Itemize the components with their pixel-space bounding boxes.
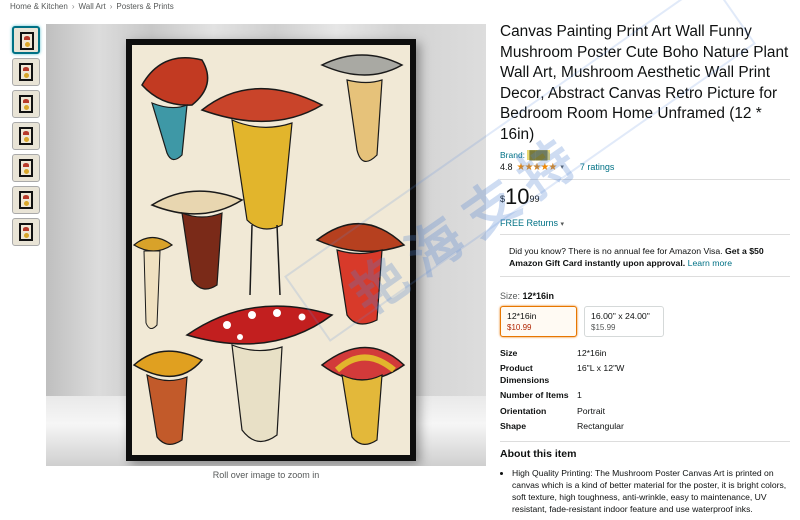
product-details: Canvas Painting Print Art Wall Funny Mus… — [500, 22, 790, 515]
size-options: 12*16in $10.99 16.00" x 24.00" $15.99 — [500, 305, 790, 337]
free-returns-link[interactable]: FREE Returns ▾ — [500, 218, 790, 228]
spec-row: Orientation Portrait — [500, 404, 624, 420]
spec-key: Orientation — [500, 405, 547, 416]
breadcrumb-wall-art[interactable]: Wall Art — [78, 2, 105, 11]
breadcrumb-home-kitchen[interactable]: Home & Kitchen — [10, 2, 68, 11]
size-option-16x24[interactable]: 16.00" x 24.00" $15.99 — [584, 305, 664, 337]
spec-row: Shape Rectangular — [500, 419, 624, 435]
brand-value[interactable]: ███ — [527, 149, 550, 160]
spec-value: 12*16in — [577, 347, 607, 358]
thumbnail-image — [19, 159, 33, 177]
thumbnail-4[interactable] — [12, 122, 40, 150]
rating-value: 4.8 — [500, 162, 513, 173]
divider — [500, 233, 790, 235]
learn-more-link[interactable]: Learn more — [688, 258, 732, 268]
rating-line: 4.8 ★★★★★ ▾ 7 ratings — [500, 162, 790, 173]
thumbnail-7[interactable] — [12, 218, 40, 246]
size-option-label: 16.00" x 24.00" — [591, 310, 650, 321]
thumbnail-image — [19, 191, 33, 209]
chevron-down-icon[interactable]: ▾ — [560, 163, 564, 171]
promo-lead: Did you know? There is no annual fee for… — [509, 245, 723, 256]
star-rating-icon[interactable]: ★★★★★ — [517, 162, 558, 173]
thumbnail-3[interactable] — [12, 90, 40, 118]
spec-row: Number of Items 1 — [500, 388, 624, 404]
thumbnail-6[interactable] — [12, 186, 40, 214]
spec-value: Portrait — [577, 405, 606, 416]
thumbnail-image — [19, 223, 33, 241]
size-option-price: $15.99 — [591, 322, 616, 332]
divider — [500, 178, 790, 180]
spec-key: Number of Items — [500, 390, 569, 401]
size-selected-value: 12*16in — [522, 290, 555, 301]
chevron-down-icon: ▾ — [560, 220, 565, 228]
size-option-12x16[interactable]: 12*16in $10.99 — [500, 305, 577, 337]
main-product-image[interactable] — [46, 24, 486, 466]
credit-card-promo: Did you know? There is no annual fee for… — [509, 245, 790, 270]
spec-row: Product Dimensions 16"L x 12"W — [500, 361, 624, 388]
price-fraction: 99 — [529, 193, 540, 204]
breadcrumb: Home & Kitchen › Wall Art › Posters & Pr… — [10, 2, 174, 11]
breadcrumb-posters-prints[interactable]: Posters & Prints — [116, 2, 173, 11]
thumbnail-image — [19, 95, 33, 113]
about-item: High Quality Printing: The Mushroom Post… — [512, 467, 790, 515]
price: $ 10 99 — [500, 183, 790, 210]
brand-line: Brand: ███ — [500, 149, 790, 160]
spec-row: Size 12*16in — [500, 346, 624, 362]
spec-key: Shape — [500, 421, 527, 432]
spec-value: 16"L x 12"W — [577, 363, 625, 374]
spec-key: Product Dimensions — [500, 363, 550, 385]
divider — [500, 275, 790, 277]
spec-value: Rectangular — [577, 421, 624, 432]
divider — [500, 440, 790, 442]
thumbnail-strip — [12, 26, 42, 250]
about-list: High Quality Printing: The Mushroom Post… — [500, 467, 790, 515]
product-title: Canvas Painting Print Art Wall Funny Mus… — [500, 23, 789, 143]
size-label-text: Size: — [500, 290, 521, 301]
about-title: About this item — [500, 447, 577, 460]
thumbnail-image — [19, 127, 33, 145]
size-option-price: $10.99 — [507, 322, 532, 332]
price-whole: 10 — [505, 183, 530, 209]
free-returns-label: FREE Returns — [500, 217, 559, 228]
thumbnail-image — [19, 63, 33, 81]
spec-value: 1 — [577, 390, 582, 401]
breadcrumb-separator: › — [71, 2, 75, 11]
thumbnail-image — [20, 32, 34, 50]
thumbnail-5[interactable] — [12, 154, 40, 182]
spec-table: Size 12*16in Product Dimensions 16"L x 12"… — [500, 346, 624, 435]
mushroom-illustration — [132, 45, 410, 455]
mushroom-poster-image — [126, 39, 416, 461]
spec-key: Size — [500, 347, 518, 358]
size-option-label: 12*16in — [507, 310, 537, 321]
breadcrumb-separator: › — [109, 2, 113, 11]
brand-label: Brand: — [500, 149, 526, 160]
thumbnail-1[interactable] — [12, 26, 40, 54]
ratings-count-link[interactable]: 7 ratings — [580, 162, 615, 172]
zoom-hint: Roll over image to zoom in — [212, 470, 320, 480]
thumbnail-2[interactable] — [12, 58, 40, 86]
size-label: Size: 12*16in — [500, 291, 790, 301]
